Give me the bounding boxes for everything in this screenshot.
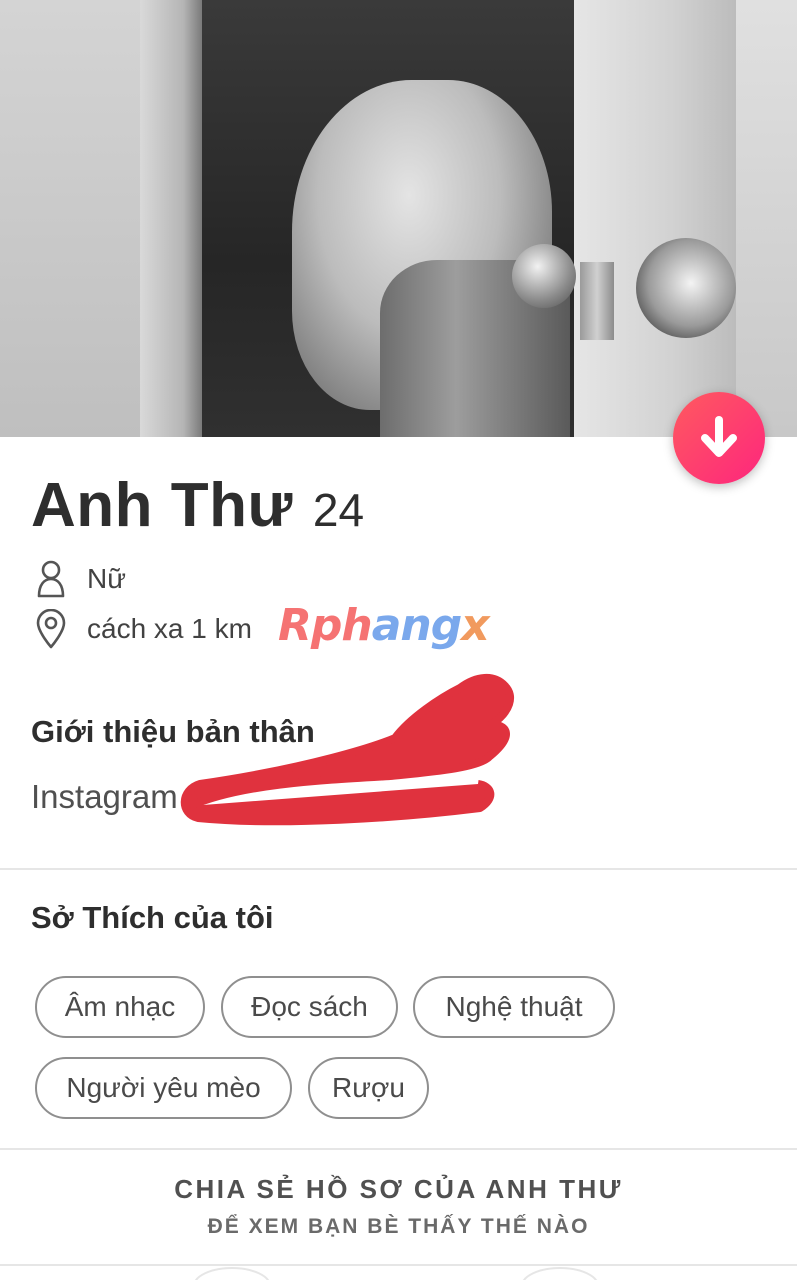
profile-name: Anh Thư bbox=[31, 471, 293, 540]
photo-door-knob bbox=[512, 244, 576, 308]
interests-heading: Sở Thích của tôi bbox=[31, 900, 274, 935]
interest-chip[interactable]: Nghệ thuật bbox=[413, 976, 615, 1038]
photo-door-frame bbox=[140, 0, 202, 437]
interest-chip[interactable]: Đọc sách bbox=[221, 976, 398, 1038]
redaction-scribble bbox=[180, 674, 515, 826]
profile-header: Anh Thư 24 bbox=[31, 470, 364, 541]
share-profile-subtitle: ĐỂ XEM BẠN BÈ THẤY THẾ NÀO bbox=[207, 1215, 590, 1238]
interest-chip[interactable]: Rượu bbox=[308, 1057, 429, 1119]
profile-age: 24 bbox=[312, 484, 365, 536]
section-divider bbox=[0, 1148, 797, 1150]
photo-door-knob bbox=[636, 238, 736, 338]
location-pin-icon bbox=[33, 608, 69, 650]
about-text: Instagram bbox=[31, 778, 178, 815]
person-icon bbox=[33, 558, 69, 600]
interest-chip[interactable]: Âm nhạc bbox=[35, 976, 205, 1038]
arrow-down-icon bbox=[701, 416, 737, 457]
photo-wall-left bbox=[0, 0, 140, 437]
photo-lock-plate bbox=[580, 262, 614, 340]
share-buttons-row-partial bbox=[194, 1267, 598, 1280]
share-profile-title[interactable]: CHIA SẺ HỒ SƠ CỦA ANH THƯ bbox=[0, 1174, 797, 1205]
section-divider bbox=[0, 868, 797, 870]
interest-chip[interactable]: Người yêu mèo bbox=[35, 1057, 292, 1119]
gender-row: Nữ bbox=[33, 558, 126, 600]
distance-row: cách xa 1 km bbox=[33, 608, 252, 650]
collapse-profile-button[interactable] bbox=[673, 392, 765, 484]
photo-wall-right bbox=[736, 0, 797, 437]
photo-door bbox=[574, 0, 736, 437]
distance-text: cách xa 1 km bbox=[87, 613, 252, 644]
watermark-logo: Rphangx bbox=[278, 600, 490, 651]
profile-photo[interactable] bbox=[0, 0, 797, 437]
gender-text: Nữ bbox=[87, 563, 126, 594]
